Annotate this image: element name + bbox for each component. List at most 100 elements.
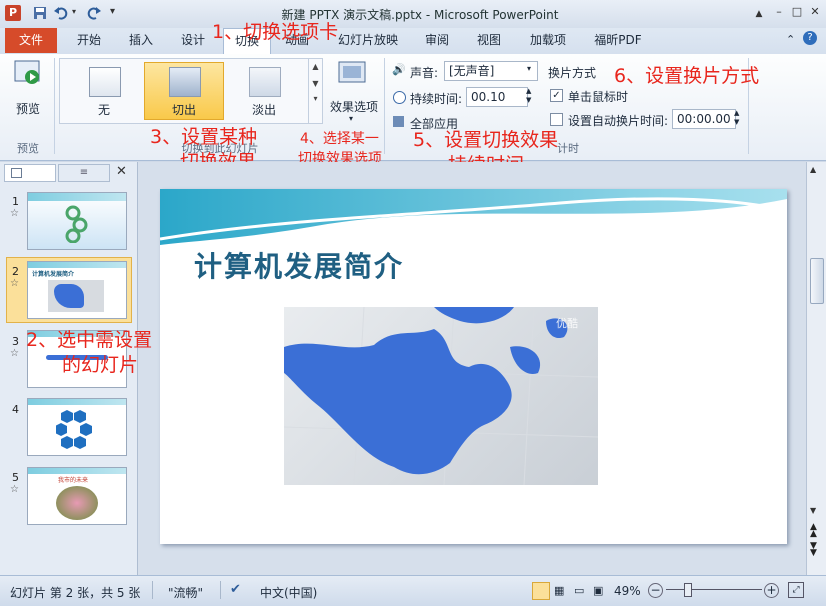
preview-label: 预览 [15, 102, 40, 116]
slide-thumbnail-1[interactable] [27, 192, 127, 250]
effect-options-dropdown-icon: ▾ [349, 114, 354, 123]
effect-options-button[interactable]: 效果选项 ▾ [328, 58, 380, 124]
spell-check-icon[interactable]: ✔ [230, 582, 241, 597]
customize-toolbar-icon[interactable]: ▾ [110, 6, 115, 17]
redo-icon[interactable] [86, 5, 102, 21]
duration-input[interactable]: 00.10 [466, 87, 528, 107]
fit-to-window-icon[interactable]: ⤢ [788, 582, 804, 598]
clock-icon [393, 91, 406, 104]
close-pane-icon[interactable]: ✕ [116, 164, 127, 179]
slide-title[interactable]: 计算机发展简介 [194, 245, 404, 285]
on-click-label: 单击鼠标时 [568, 90, 629, 104]
tab-view[interactable]: 视图 [466, 28, 512, 53]
thumb-star-icon: ☆ [10, 278, 19, 289]
image-watermark: 优酷 [556, 317, 578, 330]
slide-thumbnail-4[interactable] [27, 398, 127, 456]
transition-none-icon [89, 67, 121, 97]
gallery-scroll[interactable]: ▲ ▼ ▾ [308, 59, 322, 123]
status-divider [152, 581, 153, 599]
tab-foxit-pdf[interactable]: 福昕PDF [586, 28, 650, 53]
thumb-star-icon: ☆ [10, 208, 19, 219]
thumb-star-icon: ☆ [10, 348, 19, 359]
sound-dropdown-icon[interactable]: ▾ [527, 64, 531, 73]
transition-fade[interactable]: 淡出 [224, 62, 304, 120]
zoom-slider-track[interactable] [666, 589, 762, 590]
tab-design[interactable]: 设计 [170, 28, 216, 53]
undo-dropdown-icon[interactable]: ▾ [72, 7, 76, 16]
transition-cut-icon [169, 67, 201, 97]
next-slide-icon[interactable]: ▼ ▼ [810, 542, 817, 558]
app-icon[interactable]: P [5, 5, 21, 21]
on-click-checkbox[interactable]: ✓ [550, 89, 563, 102]
help-question-icon[interactable]: ? [803, 31, 817, 45]
thumb-title: 我市的未来 [58, 477, 89, 484]
theme-name: "流畅" [168, 586, 204, 600]
auto-after-input[interactable]: 00:00.00 [672, 109, 736, 129]
slides-tab[interactable] [4, 164, 56, 182]
thumb-number: 1 [12, 195, 19, 208]
tab-slideshow[interactable]: 幻灯片放映 [330, 28, 406, 53]
annotation-2-line2: 的幻灯片 [62, 354, 139, 376]
thumb-number: 4 [12, 403, 19, 416]
transition-none-label: 无 [97, 103, 110, 117]
thumb-number: 5 [12, 471, 19, 484]
sound-icon: 🔊 [392, 63, 406, 76]
slide-map-image[interactable]: 优酷 [284, 307, 598, 485]
transition-none[interactable]: 无 [64, 62, 144, 120]
zoom-slider-thumb[interactable] [684, 583, 692, 597]
tab-review[interactable]: 审阅 [414, 28, 460, 53]
tab-file[interactable]: 文件 [5, 28, 57, 53]
minimize-button[interactable]: – [770, 5, 788, 19]
tab-home[interactable]: 开始 [66, 28, 112, 53]
advance-title: 换片方式 [548, 66, 597, 80]
minimize-ribbon-icon[interactable]: ⌃ [786, 33, 795, 46]
normal-view-icon[interactable] [532, 582, 550, 600]
slide-header-wave [160, 189, 787, 245]
duration-label: 持续时间: [410, 92, 463, 106]
effect-options-icon [337, 60, 369, 90]
slide-thumbnail-5[interactable]: 我市的未来 [27, 467, 127, 525]
apply-all-icon [393, 116, 404, 127]
slide-count-status: 幻灯片 第 2 张，共 5 张 [10, 586, 141, 600]
status-bar: 幻灯片 第 2 张，共 5 张 "流畅" ✔ 中文(中国) ▦ ▭ ▣ 49% … [0, 575, 826, 606]
preview-group-label: 预览 [17, 142, 39, 155]
sound-select[interactable]: [无声音] [444, 61, 538, 81]
auto-after-spinner[interactable]: ▲ ▼ [734, 109, 739, 127]
auto-after-label: 设置自动换片时间: [568, 114, 669, 128]
sound-label: 声音: [410, 66, 439, 80]
transition-fade-label: 淡出 [251, 103, 276, 117]
tab-insert[interactable]: 插入 [118, 28, 164, 53]
transition-fade-icon [249, 67, 281, 97]
prev-slide-icon[interactable]: ▲ ▲ [810, 523, 817, 539]
save-icon[interactable] [32, 5, 48, 21]
slide-sorter-icon[interactable]: ▦ [554, 584, 564, 597]
maximize-button[interactable]: □ [788, 5, 806, 19]
close-button[interactable]: ✕ [806, 5, 824, 19]
reading-view-icon[interactable]: ▭ [574, 584, 584, 597]
transition-cut[interactable]: 切出 [144, 62, 224, 120]
zoom-level[interactable]: 49% [614, 584, 641, 598]
language-status[interactable]: 中文(中国) [260, 584, 317, 601]
vertical-scrollbar[interactable]: ▲ ▼ ▲ ▲ ▼ ▼ [806, 162, 826, 575]
scroll-thumb[interactable] [810, 258, 824, 304]
annotation-3-line1: 3、设置某种 [150, 126, 258, 148]
tab-addins[interactable]: 加载项 [520, 28, 576, 53]
preview-button[interactable]: 预览 [8, 58, 48, 118]
undo-icon[interactable] [53, 5, 69, 21]
zoom-out-button[interactable]: − [648, 583, 663, 598]
status-divider [220, 581, 221, 599]
thumb-star-icon: ☆ [10, 484, 19, 495]
slideshow-view-icon[interactable]: ▣ [593, 584, 603, 597]
zoom-in-button[interactable]: + [764, 583, 779, 598]
slide-thumbnail-2[interactable]: 计算机发展简介 [27, 261, 127, 319]
annotation-6: 6、设置换片方式 [614, 65, 760, 87]
current-slide[interactable]: 计算机发展简介 优酷 [160, 189, 787, 544]
annotation-4-line1: 4、选择某一 [300, 131, 379, 147]
outline-tab[interactable]: ≡ [58, 164, 110, 182]
annotation-1: 1、切换选项卡 [212, 21, 339, 43]
transition-gallery: 无 切出 淡出 ▲ ▼ ▾ [59, 58, 323, 124]
preview-icon [14, 60, 42, 86]
duration-spinner[interactable]: ▲ ▼ [526, 87, 531, 105]
help-icon[interactable]: ▲ [750, 7, 768, 21]
effect-options-label: 效果选项 [329, 100, 378, 114]
